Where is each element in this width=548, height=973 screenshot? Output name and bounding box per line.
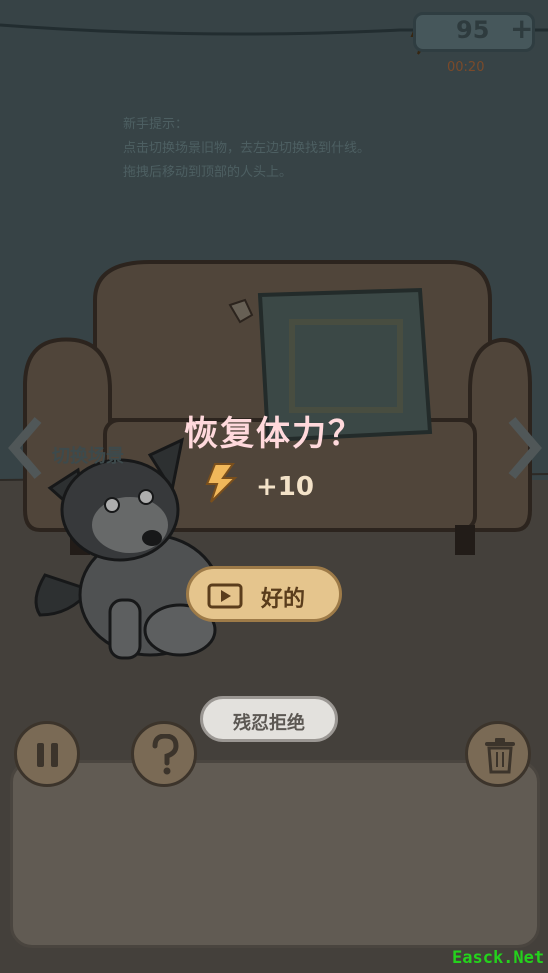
help-button[interactable]	[131, 721, 197, 787]
beginner-tip: 新手提示： 点击切换场景旧物，去左边切换找到什线。 拖拽后移动到顶部的人头上。	[123, 113, 370, 185]
pause-button[interactable]	[14, 721, 80, 787]
energy-timer: 00:20	[447, 60, 485, 75]
trash-button[interactable]	[465, 721, 531, 787]
energy-value: 95	[456, 16, 490, 44]
tip-title: 新手提示：	[123, 117, 189, 132]
question-mark-icon	[152, 734, 179, 775]
refuse-button-label: 残忍拒绝	[233, 713, 305, 734]
watermark: Easck.Net	[452, 948, 545, 968]
tip-line-2: 拖拽后移动到顶部的人头上。	[123, 165, 293, 180]
tip-line-1: 点击切换场景旧物，去左边切换找到什线。	[123, 141, 371, 156]
dialog-title: 恢复体力？	[184, 414, 364, 454]
reward-amount: +10	[256, 472, 314, 502]
play-video-icon	[207, 583, 243, 609]
pause-icon	[37, 743, 58, 767]
lightning-bolt-icon	[205, 463, 238, 503]
refuse-button[interactable]: 残忍拒绝	[200, 696, 338, 742]
add-energy-button[interactable]: +	[510, 12, 533, 45]
item-tray	[10, 760, 540, 948]
ok-button-label: 好的	[261, 587, 306, 612]
trash-icon	[485, 738, 515, 774]
watch-ad-ok-button[interactable]: 好的	[186, 566, 342, 622]
